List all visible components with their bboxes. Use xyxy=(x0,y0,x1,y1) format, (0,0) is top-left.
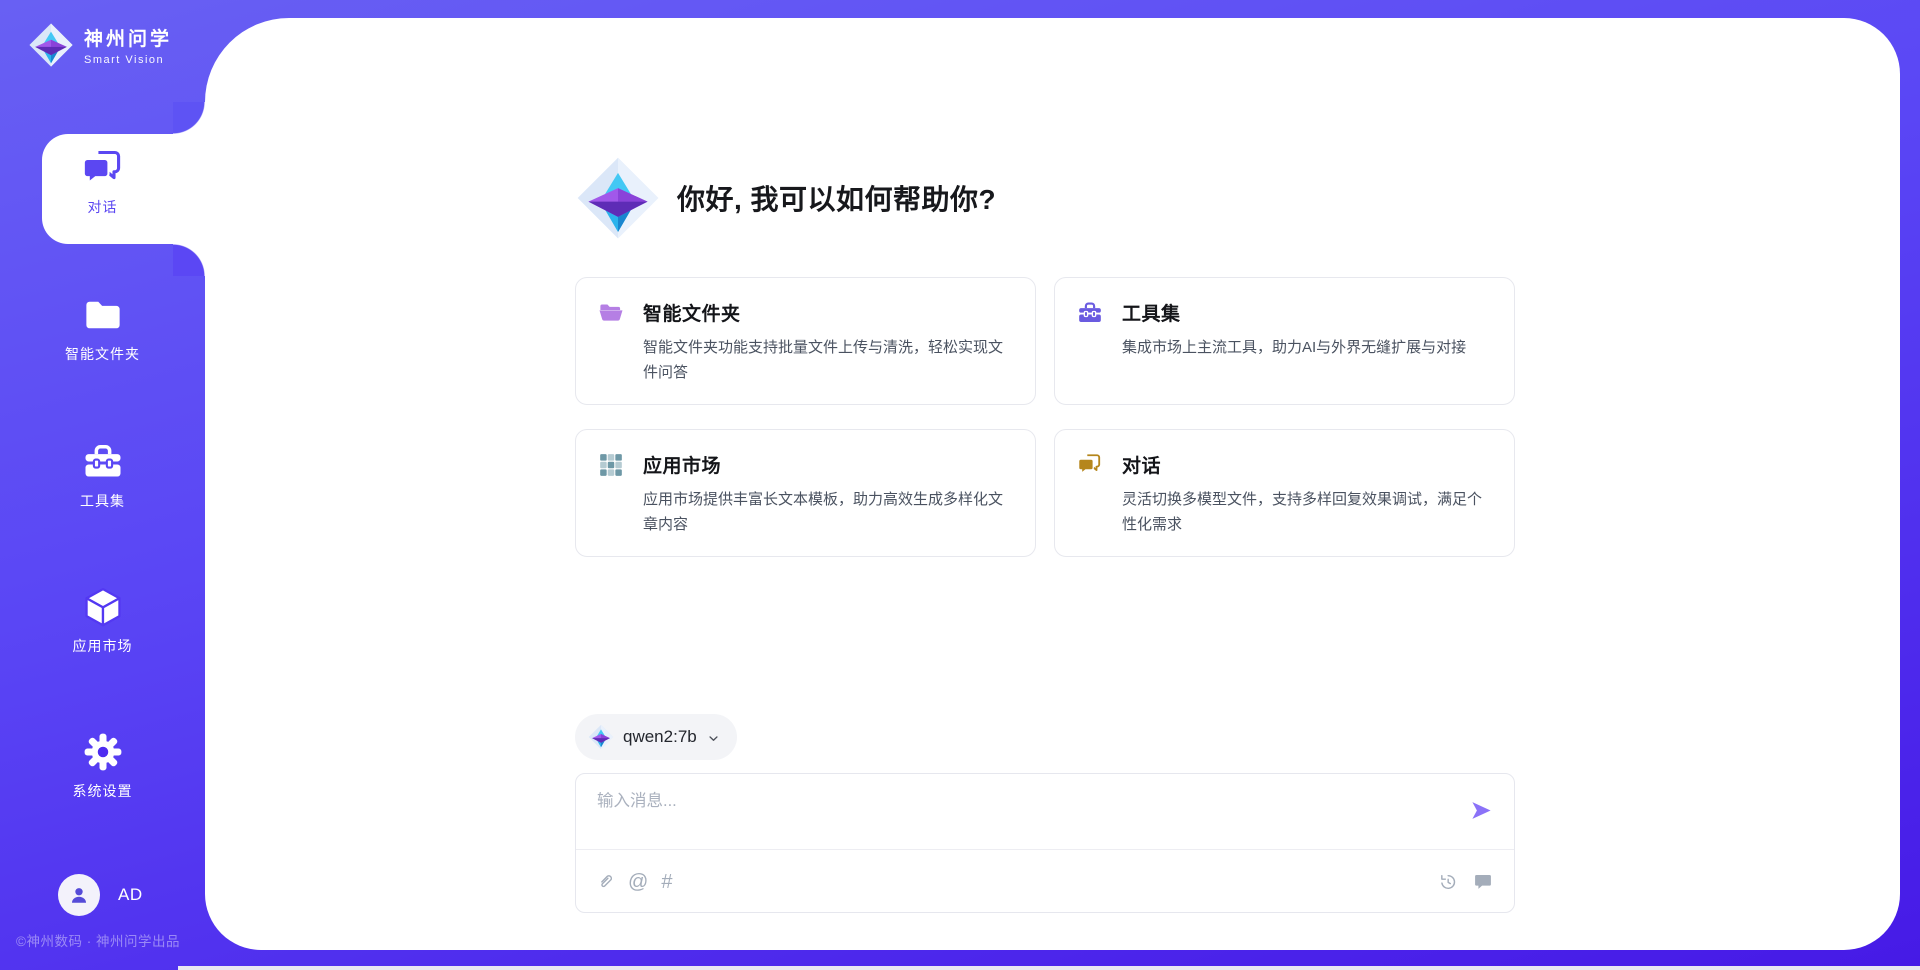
card-description: 智能文件夹功能支持批量文件上传与清洗，轻松实现文件问答 xyxy=(643,335,1013,385)
folder-icon xyxy=(82,294,124,336)
page-bottom-edge xyxy=(178,966,1920,970)
composer-toolbar: @ # xyxy=(595,850,1493,913)
brand-name: 神州问学 xyxy=(84,24,172,51)
model-logo-icon xyxy=(588,724,614,750)
card-toolset[interactable]: 工具集 集成市场上主流工具，助力AI与外界无缝扩展与对接 xyxy=(1054,277,1515,405)
sidebar-item-label: 对话 xyxy=(88,197,118,217)
hashtag-icon[interactable]: # xyxy=(661,872,672,892)
person-icon xyxy=(66,882,92,908)
card-description: 应用市场提供丰富长文本模板，助力高效生成多样化文章内容 xyxy=(643,487,1013,537)
main-panel: 你好, 我可以如何帮助你? 智能文件夹 智能文件夹功能支持批量文件上传与清洗，轻… xyxy=(205,18,1900,950)
composer: @ # xyxy=(575,773,1515,913)
feature-cards: 智能文件夹 智能文件夹功能支持批量文件上传与清洗，轻松实现文件问答 xyxy=(575,277,1515,557)
sidebar-item-toolset[interactable]: 工具集 xyxy=(0,441,205,511)
brand-subtitle: Smart Vision xyxy=(84,54,172,66)
brand-logo-icon xyxy=(28,22,74,68)
card-chat[interactable]: 对话 灵活切换多模型文件，支持多样回复效果调试，满足个性化需求 xyxy=(1054,429,1515,557)
sidebar-item-settings[interactable]: 系统设置 xyxy=(0,731,205,801)
cube-icon xyxy=(82,586,124,628)
content-column: 你好, 我可以如何帮助你? 智能文件夹 智能文件夹功能支持批量文件上传与清洗，轻… xyxy=(575,18,1515,913)
history-icon[interactable] xyxy=(1438,872,1458,892)
tab-curve-top xyxy=(173,102,205,134)
chevron-down-icon xyxy=(706,729,721,746)
gear-icon xyxy=(82,731,124,773)
user-name: AD xyxy=(118,885,143,905)
card-title: 应用市场 xyxy=(643,451,721,478)
assistant-logo-icon xyxy=(575,155,661,241)
model-name: qwen2:7b xyxy=(623,727,697,747)
card-description: 灵活切换多模型文件，支持多样回复效果调试，满足个性化需求 xyxy=(1122,487,1492,537)
card-title: 工具集 xyxy=(1122,299,1181,326)
card-title: 智能文件夹 xyxy=(643,299,741,326)
brand: 神州问学 Smart Vision xyxy=(28,22,172,68)
mention-icon[interactable]: @ xyxy=(628,872,648,892)
chat-icon xyxy=(1077,452,1103,478)
sidebar-item-label: 系统设置 xyxy=(73,781,133,801)
card-app-market[interactable]: 应用市场 应用市场提供丰富长文本模板，助力高效生成多样化文章内容 xyxy=(575,429,1036,557)
feedback-bubble-icon[interactable] xyxy=(1473,872,1493,892)
card-description: 集成市场上主流工具，助力AI与外界无缝扩展与对接 xyxy=(1122,335,1492,360)
sidebar-item-label: 智能文件夹 xyxy=(65,344,140,364)
attachment-icon[interactable] xyxy=(595,872,615,892)
sidebar: 神州问学 Smart Vision 对话 智能文件夹 工具集 xyxy=(0,0,205,970)
toolbox-icon xyxy=(1077,300,1103,326)
grid-cube-icon xyxy=(598,452,624,478)
avatar xyxy=(58,874,100,916)
user-profile[interactable]: AD xyxy=(58,874,143,916)
sidebar-item-label: 应用市场 xyxy=(73,636,133,656)
copyright: ©神州数码 · 神州问学出品 xyxy=(16,930,180,950)
greeting-text: 你好, 我可以如何帮助你? xyxy=(677,178,996,218)
tab-curve-bottom xyxy=(173,244,205,276)
card-title: 对话 xyxy=(1122,451,1161,478)
greeting: 你好, 我可以如何帮助你? xyxy=(575,155,1515,241)
sidebar-item-smart-folder[interactable]: 智能文件夹 xyxy=(0,294,205,364)
sidebar-item-app-market[interactable]: 应用市场 xyxy=(0,586,205,656)
sidebar-item-label: 工具集 xyxy=(80,491,125,511)
model-selector[interactable]: qwen2:7b xyxy=(575,714,737,760)
folder-open-icon xyxy=(598,300,624,326)
send-icon[interactable] xyxy=(1470,799,1493,822)
message-input[interactable] xyxy=(595,791,1452,812)
toolbox-icon xyxy=(82,441,124,483)
chat-icon xyxy=(81,147,125,191)
sidebar-item-chat[interactable]: 对话 xyxy=(0,147,205,217)
card-smart-folder[interactable]: 智能文件夹 智能文件夹功能支持批量文件上传与清洗，轻松实现文件问答 xyxy=(575,277,1036,405)
